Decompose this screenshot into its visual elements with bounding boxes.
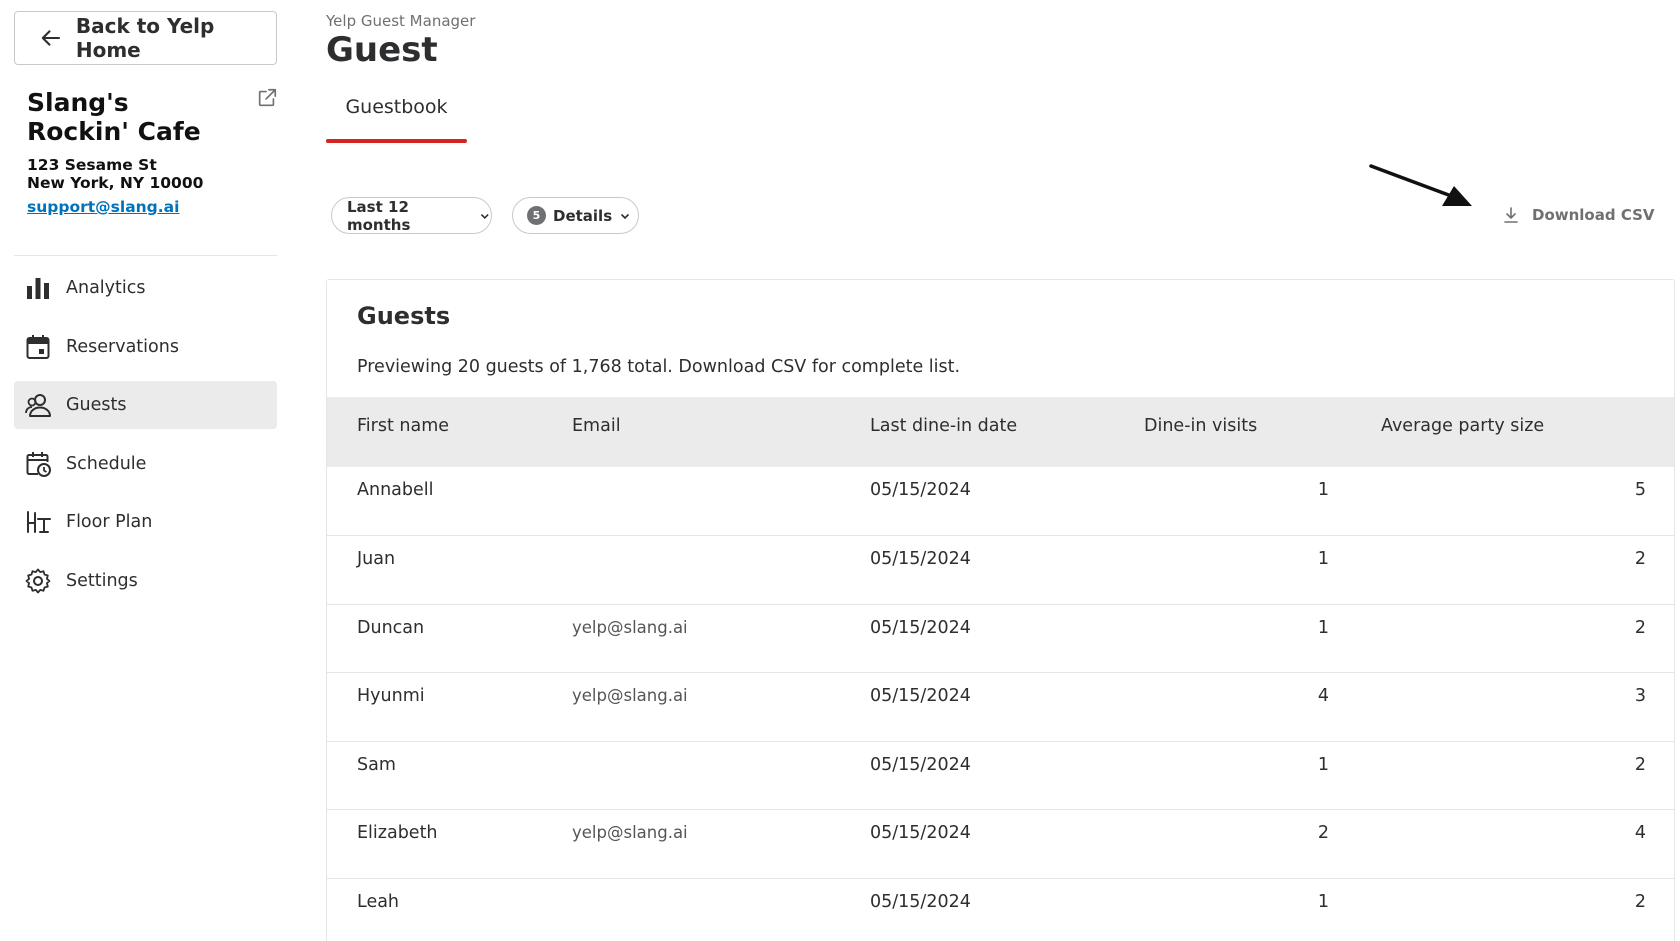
- cell-first-name: Annabell: [327, 467, 572, 536]
- table-row[interactable]: Annabell 05/15/2024 1 5: [327, 467, 1674, 536]
- cell-first-name: Sam: [327, 741, 572, 810]
- cell-email: yelp@slang.ai: [572, 604, 870, 673]
- gear-icon: [25, 568, 51, 593]
- cell-last-dine-in: 05/15/2024: [870, 467, 1144, 536]
- cell-visits: 1: [1144, 535, 1329, 605]
- cell-visits: 1: [1144, 604, 1329, 673]
- sidebar-divider: [14, 255, 277, 256]
- address-line-1: 123 Sesame St: [27, 156, 157, 174]
- cell-last-dine-in: 05/15/2024: [870, 741, 1144, 810]
- sidebar-item-schedule[interactable]: Schedule: [14, 440, 277, 488]
- sidebar-item-label: Settings: [66, 570, 138, 591]
- tab-active-indicator: [326, 139, 467, 143]
- address-line-2: New York, NY 10000: [27, 174, 204, 192]
- table-row[interactable]: Juan 05/15/2024 1 2: [327, 535, 1674, 605]
- cell-email: [572, 878, 870, 941]
- sidebar-item-settings[interactable]: Settings: [14, 557, 277, 605]
- cell-visits: 1: [1144, 467, 1329, 536]
- bar-chart-icon: [27, 278, 49, 299]
- sidebar-item-reservations[interactable]: Reservations: [14, 323, 277, 371]
- table-row[interactable]: Duncan yelp@slang.ai 05/15/2024 1 2: [327, 604, 1674, 673]
- cell-visits: 2: [1144, 809, 1329, 879]
- sidebar-item-label: Schedule: [66, 453, 147, 474]
- cell-email: [572, 741, 870, 810]
- arrow-left-icon: [41, 30, 61, 46]
- guests-icon: [25, 394, 51, 417]
- cell-first-name: Leah: [327, 878, 572, 941]
- cell-first-name: Hyunmi: [327, 672, 572, 742]
- table-header-row: First name Email Last dine-in date Dine-…: [327, 397, 1674, 467]
- cell-first-name: Juan: [327, 535, 572, 605]
- tab-label: Guestbook: [345, 96, 448, 118]
- page-title: Guest: [326, 30, 438, 70]
- sidebar-item-label: Floor Plan: [66, 512, 153, 532]
- date-range-label: Last 12 months: [347, 197, 411, 234]
- cell-last-dine-in: 05/15/2024: [870, 878, 1144, 941]
- chevron-down-icon: [481, 213, 490, 219]
- cell-visits: 1: [1144, 741, 1329, 810]
- business-name: Slang's Rockin' Cafe: [27, 88, 201, 146]
- sidebar-item-label: Reservations: [66, 336, 179, 357]
- app-eyebrow: Yelp Guest Manager: [326, 12, 476, 30]
- table-row[interactable]: Leah 05/15/2024 1 2: [327, 878, 1674, 941]
- cell-last-dine-in: 05/15/2024: [870, 672, 1144, 742]
- details-count-badge: 5: [527, 206, 546, 225]
- cell-first-name: Duncan: [327, 604, 572, 673]
- back-to-home-label: Back to Yelp Home: [75, 14, 215, 62]
- table-row[interactable]: Sam 05/15/2024 1 2: [327, 741, 1674, 810]
- table-row[interactable]: Hyunmi yelp@slang.ai 05/15/2024 4 3: [327, 672, 1674, 742]
- column-header-first-name[interactable]: First name: [327, 397, 572, 467]
- column-header-party-size[interactable]: Average party size: [1329, 397, 1674, 467]
- cell-email: yelp@slang.ai: [572, 672, 870, 742]
- sidebar-item-label: Guests: [66, 395, 127, 415]
- external-link-icon[interactable]: [256, 87, 278, 109]
- cell-party-size: 2: [1329, 878, 1674, 941]
- sidebar-item-guests[interactable]: Guests: [14, 381, 277, 429]
- cell-last-dine-in: 05/15/2024: [870, 809, 1144, 879]
- tab-guestbook[interactable]: Guestbook: [326, 96, 467, 143]
- sidebar-nav: Analytics Reservations Guests Schedule F…: [14, 264, 277, 615]
- support-email-link[interactable]: support@slang.ai: [27, 198, 179, 216]
- cell-party-size: 3: [1329, 672, 1674, 742]
- sidebar-item-floor-plan[interactable]: Floor Plan: [14, 498, 277, 546]
- cell-visits: 1: [1144, 878, 1329, 941]
- sidebar-item-analytics[interactable]: Analytics: [14, 264, 277, 312]
- download-icon: [1504, 207, 1518, 223]
- date-range-dropdown[interactable]: Last 12 months: [331, 197, 492, 234]
- cell-party-size: 4: [1329, 809, 1674, 879]
- download-csv-button[interactable]: Download CSV: [1502, 206, 1655, 224]
- cell-party-size: 2: [1329, 604, 1674, 673]
- cell-last-dine-in: 05/15/2024: [870, 535, 1144, 605]
- cell-party-size: 2: [1329, 535, 1674, 605]
- cell-party-size: 5: [1329, 467, 1674, 536]
- cell-last-dine-in: 05/15/2024: [870, 604, 1144, 673]
- guests-preview-note: Previewing 20 guests of 1,768 total. Dow…: [357, 357, 961, 377]
- details-dropdown[interactable]: 5 Details: [512, 197, 639, 234]
- cell-email: [572, 535, 870, 605]
- cell-email: [572, 467, 870, 536]
- schedule-icon: [26, 451, 51, 477]
- guests-card-title: Guests: [357, 302, 451, 330]
- chevron-down-icon: [621, 213, 630, 219]
- sidebar-item-label: Analytics: [66, 278, 146, 298]
- business-address: 123 Sesame St New York, NY 10000: [27, 156, 203, 192]
- sidebar: Back to Yelp Home Slang's Rockin' Cafe 1…: [0, 0, 300, 941]
- details-label: Details: [553, 206, 613, 225]
- download-csv-label: Download CSV: [1532, 206, 1655, 224]
- cell-first-name: Elizabeth: [327, 809, 572, 879]
- cell-visits: 4: [1144, 672, 1329, 742]
- column-header-last-dine-in[interactable]: Last dine-in date: [870, 397, 1144, 467]
- cell-party-size: 2: [1329, 741, 1674, 810]
- guests-card: Guests Previewing 20 guests of 1,768 tot…: [326, 279, 1675, 941]
- calendar-icon: [26, 334, 50, 359]
- guests-table: First name Email Last dine-in date Dine-…: [327, 397, 1674, 941]
- cell-email: yelp@slang.ai: [572, 809, 870, 879]
- floor-plan-icon: [27, 511, 51, 533]
- back-to-home-button[interactable]: Back to Yelp Home: [14, 11, 277, 65]
- column-header-email[interactable]: Email: [572, 397, 870, 467]
- annotation-arrow-icon: [1369, 164, 1472, 206]
- table-row[interactable]: Elizabeth yelp@slang.ai 05/15/2024 2 4: [327, 809, 1674, 879]
- column-header-visits[interactable]: Dine-in visits: [1144, 397, 1329, 467]
